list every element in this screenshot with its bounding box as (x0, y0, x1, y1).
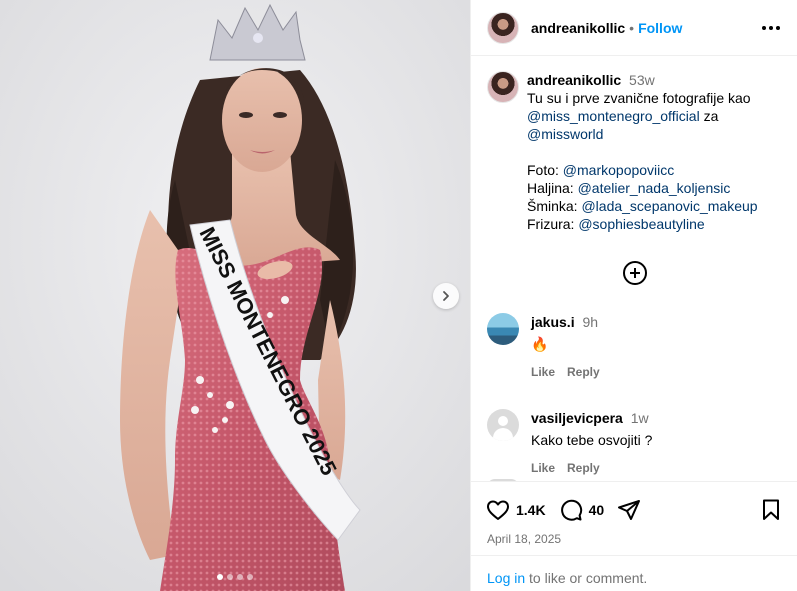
post-header: andreanikollic • Follow (471, 0, 797, 56)
post-caption: andreanikollic 53w Tu su i prve zvanične… (471, 57, 797, 233)
comment-timestamp[interactable]: 9h (582, 314, 598, 330)
comment-like-button[interactable]: Like (531, 363, 555, 381)
carousel-dot (227, 574, 233, 580)
comment-item: vasiljevicpera 1w Kako tebe osvojiti ? L… (471, 409, 797, 477)
more-options-icon[interactable] (759, 16, 783, 40)
mention-link[interactable]: @miss_montenegro_official (527, 108, 700, 124)
carousel-dot (217, 574, 223, 580)
heart-icon[interactable] (485, 497, 511, 523)
comment-reply-button[interactable]: Reply (567, 459, 600, 477)
post-actions: 1.4K 40 April 18, 2025 (471, 481, 797, 546)
post-photo: MISS MONTENEGRO 2025 (0, 0, 470, 591)
comment-like-button[interactable]: Like (531, 459, 555, 477)
author-username[interactable]: andreanikollic (531, 20, 625, 36)
mention-link[interactable]: @sophiesbeautyline (578, 216, 704, 232)
comment-reply-button[interactable]: Reply (567, 363, 600, 381)
commenter-avatar[interactable] (487, 409, 519, 441)
caption-text: za (699, 108, 719, 124)
comments-section[interactable]: andreanikollic 53w Tu su i prve zvanične… (471, 57, 797, 481)
chevron-right-icon (443, 291, 449, 301)
comment-text: 🔥 (531, 336, 549, 352)
comment-count[interactable]: 40 (589, 502, 605, 518)
login-prompt-text: to like or comment. (525, 570, 648, 586)
caption-text: Tu su i prve zvanične fotografije kao (527, 90, 751, 106)
load-more-comments[interactable] (471, 261, 797, 285)
comment-text: Kako tebe osvojiti ? (531, 432, 653, 448)
post-details-panel: andreanikollic • Follow andreanikollic 5… (470, 0, 797, 591)
login-prompt: Log in to like or comment. (471, 555, 797, 586)
comment-timestamp[interactable]: 1w (631, 410, 649, 426)
carousel-next-button[interactable] (433, 283, 459, 309)
follow-button[interactable]: Follow (638, 20, 682, 36)
credit-label: Foto: (527, 162, 563, 178)
mention-link[interactable]: @missworld (527, 126, 603, 142)
credit-label: Frizura: (527, 216, 579, 232)
carousel-dot (237, 574, 243, 580)
comment-item: jakus.i 9h 🔥 Like Reply (471, 313, 797, 381)
caption-timestamp[interactable]: 53w (629, 72, 655, 88)
commenter-avatar[interactable] (487, 313, 519, 345)
plus-circle-icon[interactable] (622, 261, 647, 285)
bookmark-icon[interactable] (758, 497, 784, 523)
comment-icon[interactable] (558, 497, 584, 523)
carousel-indicator (0, 574, 470, 580)
commenter-username[interactable]: vasiljevicpera (531, 410, 623, 426)
credit-label: Šminka: (527, 198, 582, 214)
caption-avatar[interactable] (487, 71, 519, 103)
commenter-username[interactable]: jakus.i (531, 314, 575, 330)
carousel-dot (247, 574, 253, 580)
caption-username[interactable]: andreanikollic (527, 72, 621, 88)
credit-label: Haljina: (527, 180, 578, 196)
login-link[interactable]: Log in (487, 570, 525, 586)
like-count[interactable]: 1.4K (516, 502, 546, 518)
author-avatar[interactable] (487, 11, 519, 44)
mention-link[interactable]: @atelier_nada_koljensic (578, 180, 731, 196)
post-date[interactable]: April 18, 2025 (485, 532, 784, 546)
mention-link[interactable]: @lada_scepanovic_makeup (581, 198, 757, 214)
share-icon[interactable] (616, 497, 642, 523)
mention-link[interactable]: @markopopoviicc (563, 162, 674, 178)
post-media[interactable]: MISS MONTENEGRO 2025 (0, 0, 470, 591)
header-separator: • (629, 19, 635, 36)
